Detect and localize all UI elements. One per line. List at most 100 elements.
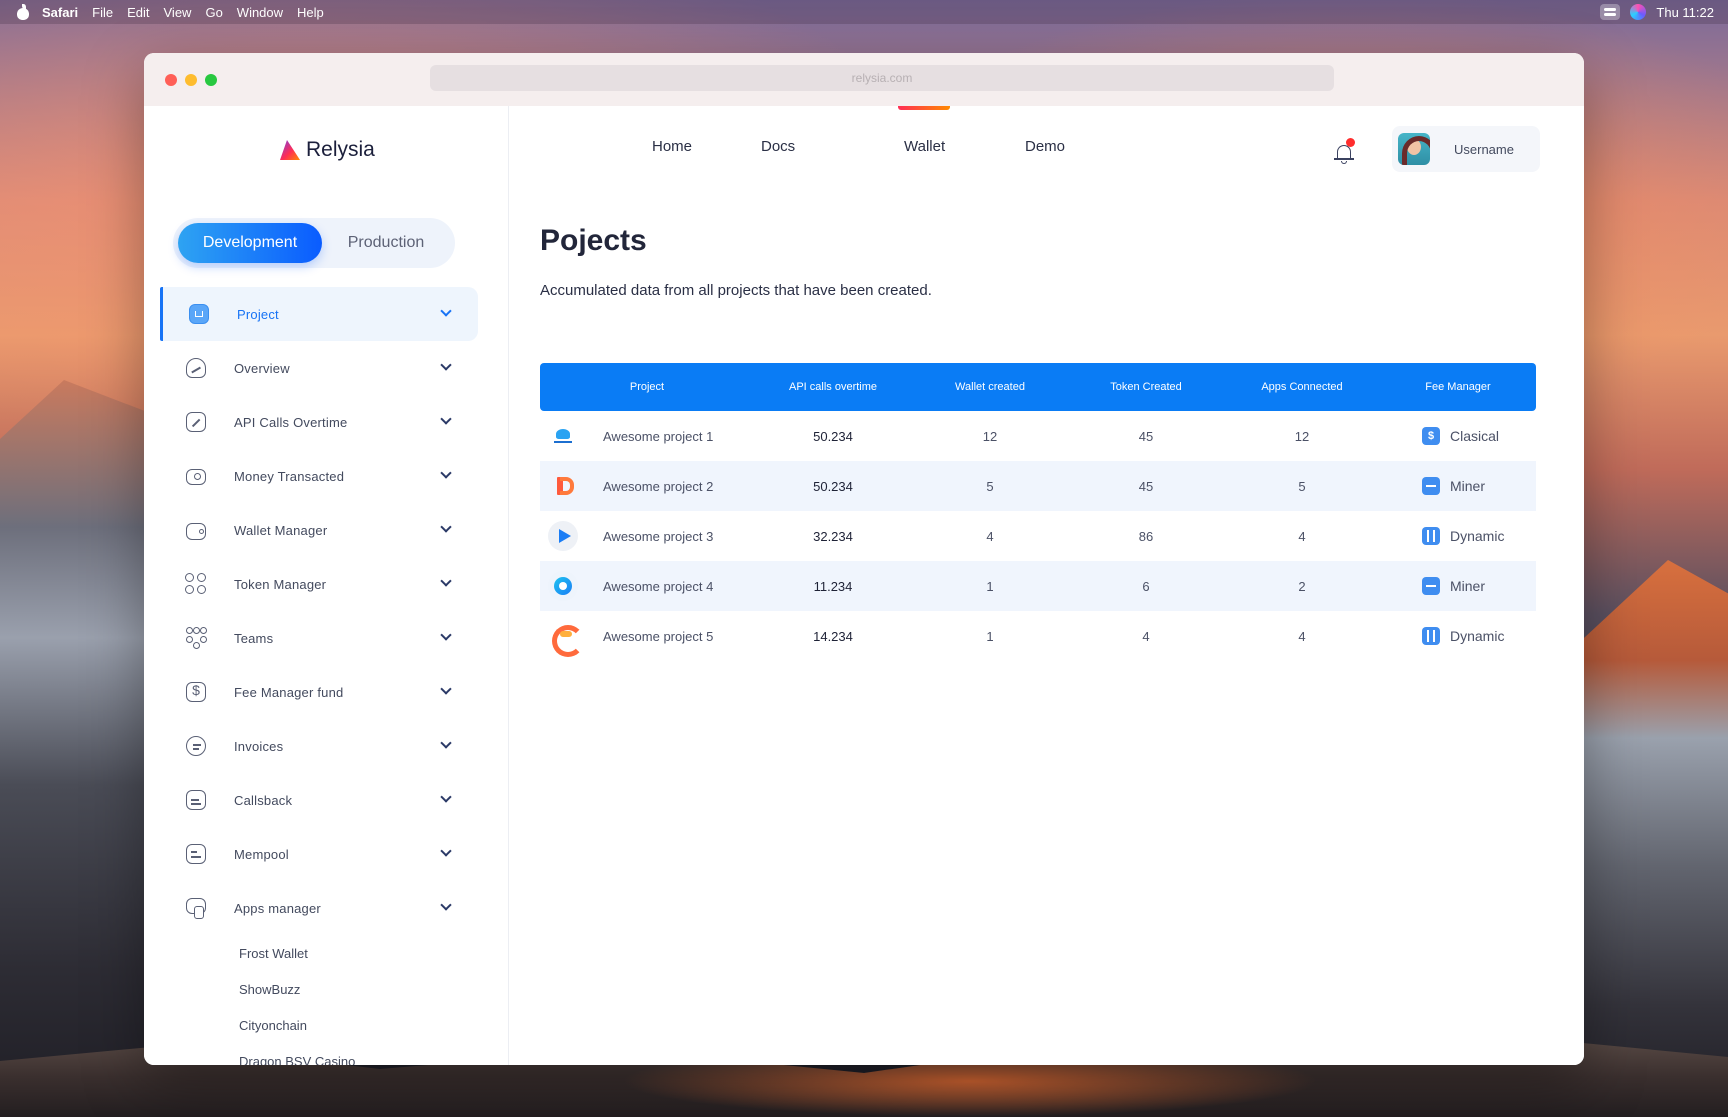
dollar-icon: $	[184, 680, 208, 704]
column-header-api-calls[interactable]: API calls overtime	[754, 381, 912, 393]
menu-help[interactable]: Help	[297, 5, 324, 20]
table-row[interactable]: Awesome project 4 11.234 1 6 2 Miner	[540, 561, 1536, 611]
table-row[interactable]: Awesome project 3 32.234 4 86 4 Dynamic	[540, 511, 1536, 561]
chevron-down-icon	[440, 575, 452, 587]
sidebar-item-money-transacted[interactable]: Money Transacted	[160, 449, 478, 503]
chevron-down-icon	[440, 791, 452, 803]
development-toggle[interactable]: Development	[178, 223, 322, 263]
chevron-down-icon	[440, 413, 452, 425]
teams-icon	[184, 626, 208, 650]
chevron-down-icon	[440, 305, 452, 317]
sidebar-item-teams[interactable]: Teams	[160, 611, 478, 665]
close-button[interactable]	[165, 73, 177, 86]
submenu-item-cityonchain[interactable]: Cityonchain	[239, 1007, 478, 1043]
zoom-button[interactable]	[205, 73, 217, 86]
fee-manager-value: Clasical	[1450, 428, 1500, 444]
table-row[interactable]: Awesome project 2 50.234 5 45 5 Miner	[540, 461, 1536, 511]
project-name: Awesome project 2	[603, 478, 714, 494]
sliders-icon	[1422, 527, 1440, 545]
chevron-down-icon	[440, 899, 452, 911]
column-header-fee-manager[interactable]: Fee Manager	[1380, 381, 1536, 393]
fee-manager-value: Dynamic	[1450, 628, 1505, 644]
column-header-token-created[interactable]: Token Created	[1068, 381, 1224, 393]
control-center-icon[interactable]	[1600, 4, 1621, 20]
sidebar-item-label: Token Manager	[234, 576, 327, 592]
menu-view[interactable]: View	[164, 5, 192, 20]
sidebar-item-callsback[interactable]: Callsback	[160, 773, 478, 827]
wallpaper-mountain-right	[1578, 560, 1728, 1117]
nav-home[interactable]: Home	[652, 138, 692, 155]
api-calls-value: 14.234	[813, 628, 853, 644]
sidebar-item-api-calls-overtime[interactable]: API Calls Overtime	[160, 395, 478, 449]
sidebar-item-project[interactable]: Project	[160, 287, 478, 341]
chevron-down-icon	[440, 737, 452, 749]
wallets-value: 1	[986, 628, 994, 644]
overview-icon	[184, 356, 208, 380]
nav-wallet[interactable]: Wallet	[904, 138, 945, 155]
chevron-down-icon	[440, 683, 452, 695]
sidebar-item-label: Mempool	[234, 846, 289, 862]
menubar-clock[interactable]: Thu 11:22	[1656, 5, 1714, 20]
brand-name: Relysia	[306, 138, 375, 161]
nav-docs[interactable]: Docs	[761, 138, 795, 155]
minimize-button[interactable]	[185, 73, 197, 86]
user-menu[interactable]: Username	[1392, 126, 1540, 172]
table-row[interactable]: Awesome project 1 50.234 12 45 12 Clasic…	[540, 411, 1536, 461]
chevron-down-icon	[440, 521, 452, 533]
fee-manager-value: Miner	[1450, 478, 1486, 494]
apps-value: 12	[1294, 428, 1310, 444]
column-header-apps-connected[interactable]: Apps Connected	[1224, 381, 1380, 393]
sidebar-item-token-manager[interactable]: Token Manager	[160, 557, 478, 611]
browser-window: relysia.com Relysia Development Producti…	[144, 53, 1584, 1065]
sidebar-item-label: Wallet Manager	[234, 522, 328, 538]
api-calls-value: 50.234	[813, 428, 853, 444]
submenu-item-frost-wallet[interactable]: Frost Wallet	[239, 935, 478, 971]
brand[interactable]: Relysia	[280, 138, 375, 162]
project-logo-icon	[548, 571, 578, 601]
sidebar-item-wallet-manager[interactable]: Wallet Manager	[160, 503, 478, 557]
menu-go[interactable]: Go	[205, 5, 222, 20]
project-name: Awesome project 1	[603, 428, 714, 444]
production-toggle[interactable]: Production	[322, 223, 450, 263]
menu-window[interactable]: Window	[237, 5, 283, 20]
column-header-project[interactable]: Project	[540, 381, 754, 393]
tokens-value: 45	[1138, 478, 1154, 494]
api-calls-value: 32.234	[813, 528, 853, 544]
avatar	[1398, 133, 1430, 165]
sidebar-item-overview[interactable]: Overview	[160, 341, 478, 395]
page-title: Pojects	[540, 224, 647, 257]
apple-icon[interactable]	[16, 4, 30, 20]
sidebar-item-mempool[interactable]: Mempool	[160, 827, 478, 881]
submenu-item-showbuzz[interactable]: ShowBuzz	[239, 971, 478, 1007]
project-logo-icon	[548, 421, 578, 451]
table-header: Project API calls overtime Wallet create…	[540, 363, 1536, 411]
sidebar-item-apps-manager[interactable]: Apps manager	[160, 881, 478, 935]
address-bar[interactable]: relysia.com	[430, 65, 1334, 91]
column-header-wallet-created[interactable]: Wallet created	[912, 381, 1068, 393]
window-controls	[165, 73, 217, 86]
sidebar-item-label: Overview	[234, 360, 290, 376]
fee-manager-value: Miner	[1450, 578, 1486, 594]
notification-bell-icon[interactable]	[1334, 138, 1355, 164]
submenu-item-dragon-bsv-casino[interactable]: Dragon BSV Casino	[239, 1043, 478, 1066]
sidebar-item-fee-manager-fund[interactable]: $ Fee Manager fund	[160, 665, 478, 719]
wallets-value: 1	[986, 578, 994, 594]
chevron-down-icon	[440, 845, 452, 857]
miner-icon	[1422, 477, 1440, 495]
top-nav: Home Docs Wallet Demo Username	[510, 106, 1584, 186]
menu-safari[interactable]: Safari	[42, 5, 78, 20]
invoice-icon	[184, 734, 208, 758]
siri-icon[interactable]	[1630, 4, 1647, 20]
sidebar-item-invoices[interactable]: Invoices	[160, 719, 478, 773]
project-logo-icon	[548, 471, 578, 501]
menu-edit[interactable]: Edit	[127, 5, 149, 20]
page-subtitle: Accumulated data from all projects that …	[540, 282, 932, 299]
sidebar-item-label: Fee Manager fund	[234, 684, 344, 700]
menu-file[interactable]: File	[92, 5, 113, 20]
api-calls-value: 11.234	[813, 578, 853, 594]
nav-demo[interactable]: Demo	[1025, 138, 1065, 155]
table-row[interactable]: Awesome project 5 14.234 1 4 4 Dynamic	[540, 611, 1536, 661]
wallet-icon	[184, 518, 208, 542]
projects-table: Project API calls overtime Wallet create…	[540, 363, 1536, 661]
menubar-status-area: Thu 11:22	[1600, 4, 1714, 20]
